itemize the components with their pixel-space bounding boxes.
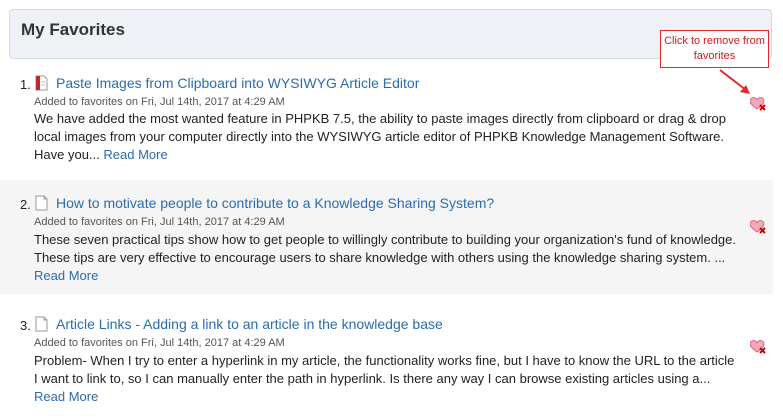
article-title-link[interactable]: How to motivate people to contribute to … <box>56 195 494 211</box>
remove-favorite-icon[interactable] <box>750 220 767 234</box>
item-number: 1. <box>20 77 31 92</box>
remove-favorite-icon[interactable] <box>750 340 767 354</box>
added-date: Added to favorites on Fri, Jul 14th, 201… <box>34 337 285 349</box>
read-more-link[interactable]: Read More <box>103 147 167 162</box>
pdf-document-icon <box>35 75 48 91</box>
document-icon <box>35 316 48 332</box>
article-title-link[interactable]: Article Links - Adding a link to an arti… <box>56 316 443 332</box>
document-icon <box>35 195 48 211</box>
remove-favorite-callout: Click to remove from favorites <box>660 30 769 68</box>
item-number: 3. <box>20 318 31 333</box>
read-more-link[interactable]: Read More <box>34 268 98 283</box>
page-title: My Favorites <box>21 20 125 39</box>
article-title-link[interactable]: Paste Images from Clipboard into WYSIWYG… <box>56 75 419 91</box>
item-number: 2. <box>20 197 31 212</box>
favorite-item: 1. Paste Images from Clipboard into WYSI… <box>0 70 773 178</box>
favorites-panel-header: My Favorites <box>9 9 772 59</box>
added-date: Added to favorites on Fri, Jul 14th, 201… <box>34 96 285 108</box>
summary-text: Problem- When I try to enter a hyperlink… <box>34 353 735 386</box>
summary-text: These seven practical tips show how to g… <box>34 232 737 265</box>
remove-favorite-icon[interactable] <box>750 97 767 111</box>
favorite-item: 3. Article Links - Adding a link to an a… <box>0 300 773 412</box>
article-summary: We have added the most wanted feature in… <box>34 110 739 164</box>
read-more-link[interactable]: Read More <box>34 389 98 404</box>
article-summary: Problem- When I try to enter a hyperlink… <box>34 352 739 406</box>
favorite-item: 2. How to motivate people to contribute … <box>0 180 773 294</box>
added-date: Added to favorites on Fri, Jul 14th, 201… <box>34 216 285 228</box>
article-summary: These seven practical tips show how to g… <box>34 231 739 285</box>
